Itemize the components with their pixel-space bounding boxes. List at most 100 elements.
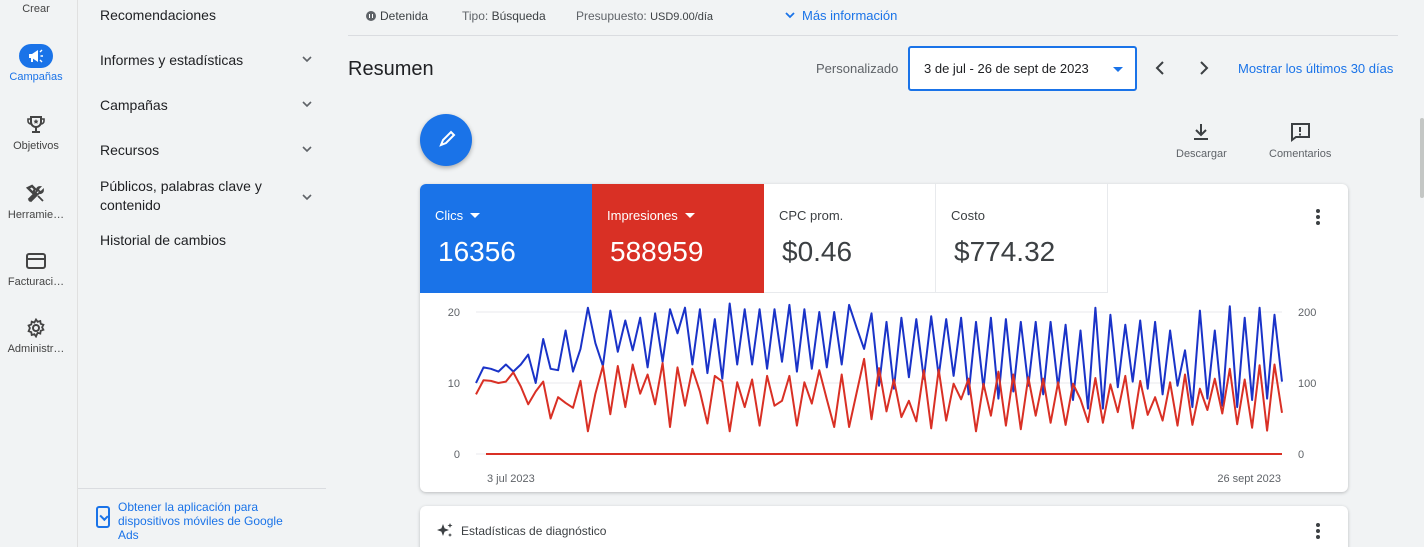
rail-item-label: Herramie…: [7, 209, 65, 221]
type-label: Tipo:: [462, 9, 489, 23]
rail-item-label: Objetivos: [13, 140, 59, 152]
next-period-button[interactable]: [1192, 56, 1216, 80]
right-axis-tick-label: 100: [1298, 378, 1316, 390]
metric-name: Clics: [435, 208, 464, 223]
comments-button[interactable]: Comentarios: [1269, 122, 1331, 160]
x-axis-end-label: 26 sept 2023: [1217, 473, 1281, 485]
performance-chart: 0102001002003 jul 2023 26 sept 2023: [448, 302, 1316, 485]
feedback-icon: [1291, 123, 1311, 142]
date-range-type: Personalizado: [816, 61, 899, 76]
chevron-down-icon: [785, 12, 795, 19]
impressions-series-line: [475, 357, 1283, 433]
clicks-series-line: [475, 302, 1283, 410]
chevron-down-icon: [302, 56, 312, 63]
diagnostics-card[interactable]: Estadísticas de diagnóstico: [420, 506, 1348, 547]
nav-item-resources[interactable]: Recursos: [100, 142, 312, 158]
date-range-select[interactable]: 3 de jul - 26 de sept de 2023: [908, 46, 1137, 91]
left-axis-tick-label: 20: [448, 307, 460, 319]
main-content: Detenida Tipo: Búsqueda Presupuesto: USD…: [326, 0, 1424, 547]
secondary-nav: Recomendaciones Informes y estadísticas …: [78, 0, 326, 547]
metric-name: Impresiones: [607, 208, 678, 223]
rail-item-label: Administr…: [7, 343, 65, 355]
left-axis-tick-label: 10: [448, 378, 460, 390]
nav-item-change-history[interactable]: Historial de cambios: [100, 232, 300, 248]
date-range-value: 3 de jul - 26 de sept de 2023: [924, 61, 1089, 76]
left-rail: Crear Campañas Objetivos Herramie… Factu…: [0, 0, 78, 547]
nav-item-label: Campañas: [100, 97, 168, 113]
nav-item-label: Informes y estadísticas: [100, 52, 244, 68]
nav-divider: [78, 488, 326, 489]
summary-card: Clics 16356 Impresiones 588959 CPC prom.…: [420, 184, 1348, 492]
mobile-download-icon: [96, 506, 110, 528]
rail-item-label: Facturaci…: [7, 276, 65, 288]
rail-item-goals[interactable]: Objetivos: [0, 113, 72, 152]
dropdown-arrow-icon: [684, 213, 695, 218]
rail-item-label: Crear: [22, 3, 50, 15]
diagnostics-title: Estadísticas de diagnóstico: [461, 524, 607, 538]
trophy-icon: [19, 113, 53, 137]
page-title: Resumen: [348, 58, 434, 80]
gear-icon: [19, 316, 53, 340]
previous-period-button[interactable]: [1148, 56, 1172, 80]
metric-value: $774.32: [954, 236, 1056, 267]
pencil-icon: [439, 130, 456, 147]
mobile-app-link-text: Obtener la aplicación para dispositivos …: [118, 500, 283, 542]
diagnostics-more-options-icon[interactable]: [1308, 522, 1328, 542]
rail-item-campaigns[interactable]: Campañas: [0, 44, 72, 83]
last-30-days-link[interactable]: Mostrar los últimos 30 días: [1238, 61, 1393, 76]
metric-cost[interactable]: Costo $774.32: [936, 184, 1108, 293]
rail-item-admin[interactable]: Administr…: [0, 316, 72, 355]
rail-item-create[interactable]: Crear: [0, 3, 72, 15]
comments-label: Comentarios: [1269, 148, 1332, 160]
rail-item-tools[interactable]: Herramie…: [0, 182, 72, 221]
edit-fab-button[interactable]: [420, 114, 472, 166]
chevron-down-icon: [302, 146, 312, 153]
metric-name: Costo: [951, 208, 985, 223]
metric-name: CPC prom.: [779, 208, 844, 223]
paused-icon: [366, 11, 376, 21]
left-axis-tick-label: 0: [454, 449, 460, 461]
megaphone-icon: [19, 44, 53, 68]
dropdown-arrow-icon: [1113, 67, 1123, 72]
download-icon: [1194, 124, 1209, 140]
right-axis-tick-label: 200: [1298, 307, 1316, 319]
dropdown-arrow-icon: [470, 213, 481, 218]
metric-impressions[interactable]: Impresiones 588959: [592, 184, 764, 293]
nav-item-label: Recomendaciones: [100, 7, 216, 23]
right-axis-tick-label: 0: [1298, 449, 1304, 461]
nav-item-audiences[interactable]: Públicos, palabras clave y contenido: [100, 177, 312, 215]
budget-label: Presupuesto:: [576, 9, 647, 23]
rail-item-billing[interactable]: Facturaci…: [0, 249, 72, 288]
metric-value: $0.46: [782, 236, 853, 267]
nav-item-reports[interactable]: Informes y estadísticas: [100, 52, 312, 68]
nav-item-label: Públicos, palabras clave y contenido: [100, 178, 262, 213]
metric-avg-cpc[interactable]: CPC prom. $0.46: [764, 184, 936, 293]
status-badge: Detenida: [366, 9, 428, 23]
mobile-app-link[interactable]: Obtener la aplicación para dispositivos …: [96, 500, 296, 542]
metric-value: 588959: [610, 236, 704, 267]
card-more-options-icon[interactable]: [1308, 208, 1328, 228]
rail-item-label: Campañas: [9, 71, 63, 83]
credit-card-icon: [19, 249, 53, 273]
download-button[interactable]: Descargar: [1176, 122, 1227, 160]
chevron-right-icon: [1200, 61, 1209, 75]
metric-value: 16356: [438, 236, 516, 267]
page-scrollbar[interactable]: [1420, 118, 1424, 198]
nav-item-recommendations[interactable]: Recomendaciones: [100, 7, 300, 23]
download-label: Descargar: [1176, 148, 1227, 160]
campaign-status-bar: Detenida Tipo: Búsqueda Presupuesto: USD…: [348, 0, 1398, 36]
sparkle-icon: [437, 523, 453, 537]
campaign-type: Tipo: Búsqueda: [462, 9, 546, 23]
nav-item-campaigns[interactable]: Campañas: [100, 97, 312, 113]
type-value: Búsqueda: [491, 9, 546, 23]
chevron-down-icon: [302, 101, 312, 108]
x-axis-start-label: 3 jul 2023: [487, 473, 535, 485]
more-info-link[interactable]: Más información: [784, 8, 897, 23]
tools-icon: [19, 182, 53, 206]
budget-value: USD9.00/día: [650, 11, 714, 23]
chevron-down-icon: [302, 194, 312, 201]
metric-clicks[interactable]: Clics 16356: [420, 184, 592, 293]
status-value: Detenida: [380, 9, 429, 23]
nav-item-label: Historial de cambios: [100, 232, 227, 248]
more-info-label: Más información: [802, 8, 898, 23]
